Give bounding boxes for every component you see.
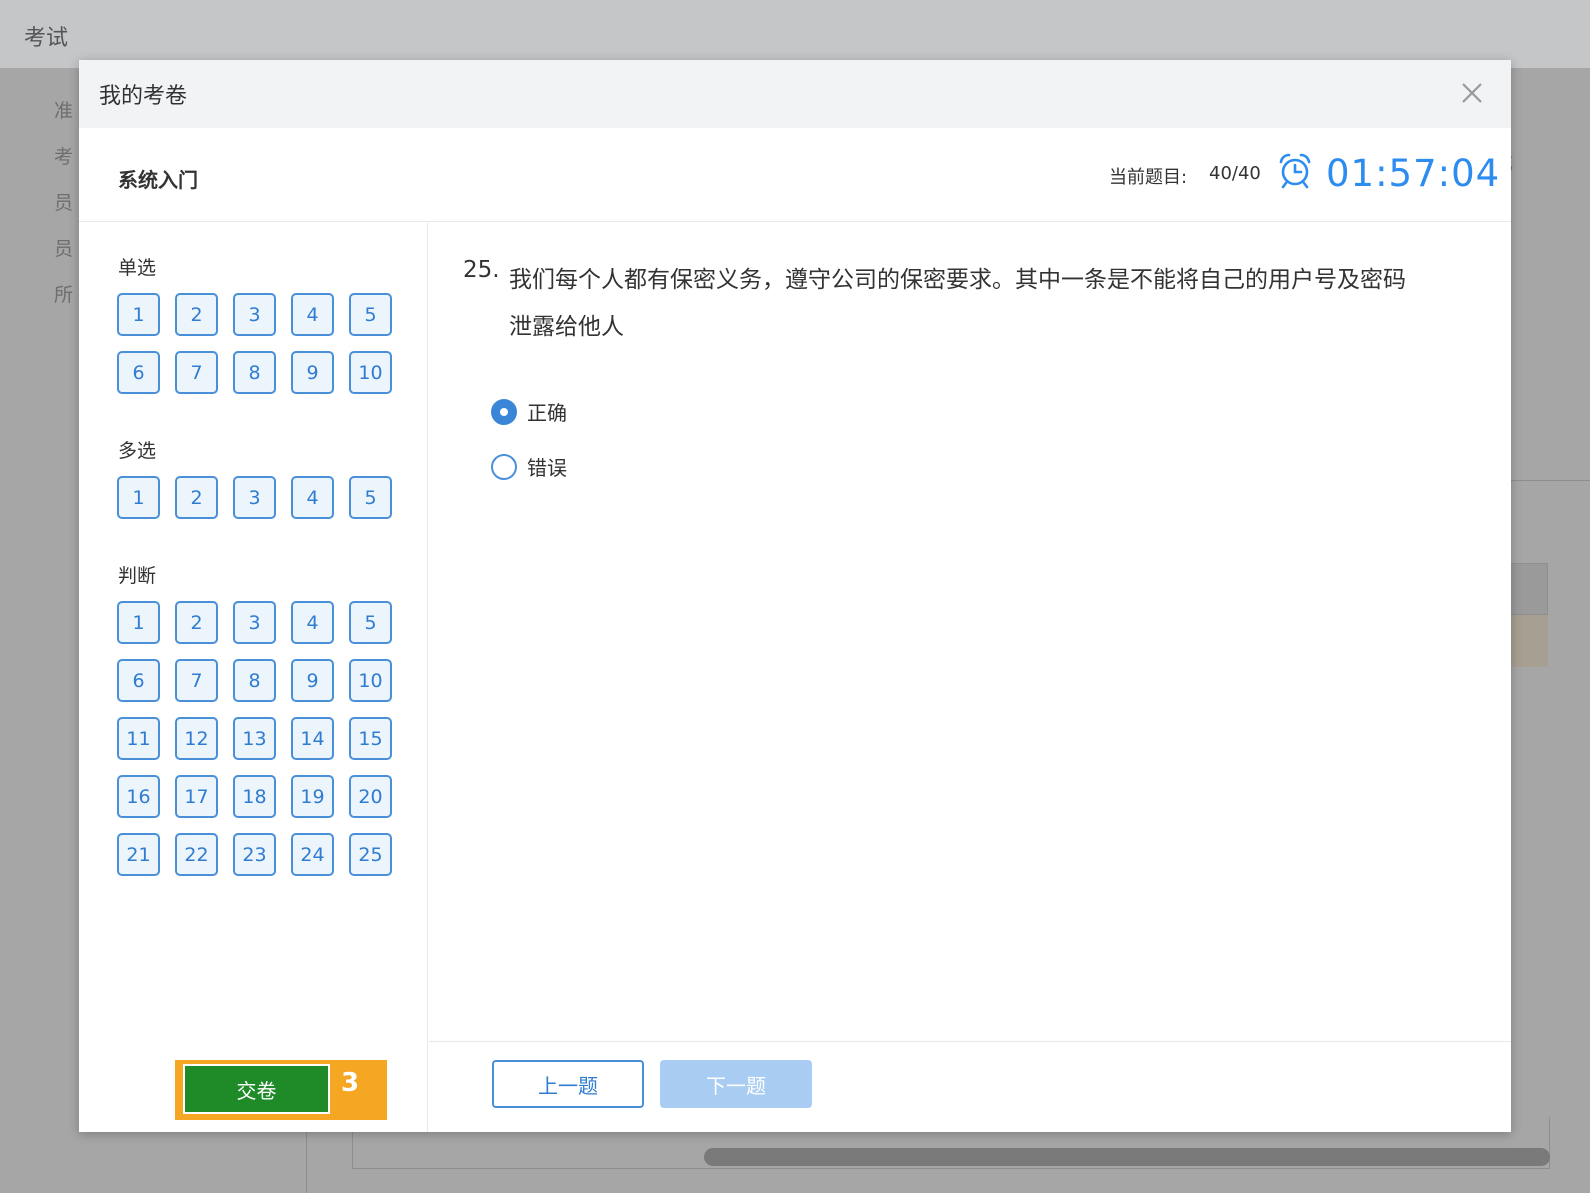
alarm-clock-icon (1276, 152, 1314, 190)
question-number-button[interactable]: 8 (233, 659, 276, 702)
question-number-button[interactable]: 3 (233, 476, 276, 519)
question-number-button[interactable]: 1 (117, 476, 160, 519)
section-label-judge: 判断 (118, 565, 157, 587)
progress-label: 当前题目: (1109, 167, 1188, 188)
question-number-button[interactable]: 14 (291, 717, 334, 760)
question-number-button[interactable]: 11 (117, 717, 160, 760)
submit-exam-button[interactable]: 交卷 (183, 1064, 330, 1114)
modal-title: 我的考卷 (99, 84, 188, 109)
question-number-button[interactable]: 3 (233, 601, 276, 644)
question-text: 我们每个人都有保密义务，遵守公司的保密要求。其中一条是不能将自己的用户号及密码泄… (509, 267, 1406, 340)
question-number-button[interactable]: 8 (233, 351, 276, 394)
modal-header: 我的考卷 (79, 60, 1511, 128)
question-number-button[interactable]: 4 (291, 476, 334, 519)
question-number-button[interactable]: 4 (291, 601, 334, 644)
step-number-badge: 3 (341, 1068, 360, 1098)
question-number-button[interactable]: 12 (175, 717, 218, 760)
question-number-button[interactable]: 16 (117, 775, 160, 818)
question-number-button[interactable]: 2 (175, 601, 218, 644)
question-number-button[interactable]: 20 (349, 775, 392, 818)
bg-side-item: 员 (54, 238, 74, 260)
question-number-button[interactable]: 7 (175, 351, 218, 394)
app-topbar: 考试 (0, 0, 1590, 68)
app-title: 考试 (24, 26, 69, 51)
question-number-button[interactable]: 19 (291, 775, 334, 818)
question-number-button[interactable]: 25 (349, 833, 392, 876)
question-number-button[interactable]: 5 (349, 293, 392, 336)
question-number-button[interactable]: 15 (349, 717, 392, 760)
bg-side-item: 员 (54, 192, 74, 214)
question-number-button[interactable]: 23 (233, 833, 276, 876)
progress-value: 40/40 (1209, 163, 1261, 184)
question-number-button[interactable]: 5 (349, 476, 392, 519)
question-number-button[interactable]: 2 (175, 293, 218, 336)
radio-button[interactable] (491, 453, 517, 480)
horizontal-scrollbar[interactable] (704, 1148, 1550, 1166)
question-number-button[interactable]: 22 (175, 833, 218, 876)
question-number-button[interactable]: 10 (349, 351, 392, 394)
question-number-button[interactable]: 9 (291, 659, 334, 702)
question-number-button[interactable]: 4 (291, 293, 334, 336)
question-number-button[interactable]: 9 (291, 351, 334, 394)
question-number-button[interactable]: 6 (117, 659, 160, 702)
option-label: 错误 (527, 456, 567, 480)
question-number-button[interactable]: 5 (349, 601, 392, 644)
question-navigator: 单选 1 2 3 4 5 6 7 8 9 10 多选 12345 判断 1 2 3 4 5 6 7 8 9 10 11… (79, 223, 428, 1132)
close-icon[interactable] (1455, 76, 1489, 110)
question-number-button[interactable]: 10 (349, 659, 392, 702)
bg-side-item: 所 (54, 284, 74, 306)
section-label-multi: 多选 (118, 440, 157, 462)
question-number-button[interactable]: 17 (175, 775, 218, 818)
question-number-button[interactable]: 1 (117, 601, 160, 644)
countdown-timer: 01:57:04 (1326, 152, 1501, 195)
radio-button[interactable] (491, 398, 517, 425)
question-number-button[interactable]: 6 (117, 351, 160, 394)
question-number: 25. (463, 257, 500, 283)
question-number-button[interactable]: 24 (291, 833, 334, 876)
question-number-button[interactable]: 21 (117, 833, 160, 876)
question-number-button[interactable]: 13 (233, 717, 276, 760)
option-label: 正确 (527, 401, 567, 425)
exam-modal: 我的考卷 系统入门 当前题目: 40/40 01:57:04 单选 123456… (79, 60, 1511, 1132)
exam-info-bar: 系统入门 当前题目: 40/40 01:57:04 (79, 128, 1511, 222)
previous-question-button[interactable]: 上一题 (492, 1060, 644, 1108)
next-question-button[interactable]: 下一题 (660, 1060, 812, 1108)
bg-side-item: 准 (54, 100, 74, 122)
question-number-button[interactable]: 3 (233, 293, 276, 336)
bg-side-item: 考 (54, 146, 74, 168)
question-panel: 25. 我们每个人都有保密义务，遵守公司的保密要求。其中一条是不能将自己的用户号… (429, 223, 1511, 1132)
section-label-single: 单选 (118, 257, 157, 279)
question-number-button[interactable]: 2 (175, 476, 218, 519)
option-wrong[interactable]: 错误 (491, 452, 567, 481)
question-number-button[interactable]: 7 (175, 659, 218, 702)
footer-divider (429, 1041, 1511, 1042)
question-number-button[interactable]: 18 (233, 775, 276, 818)
exam-name: 系统入门 (118, 168, 198, 192)
question-number-button[interactable]: 1 (117, 293, 160, 336)
option-correct[interactable]: 正确 (491, 397, 567, 426)
